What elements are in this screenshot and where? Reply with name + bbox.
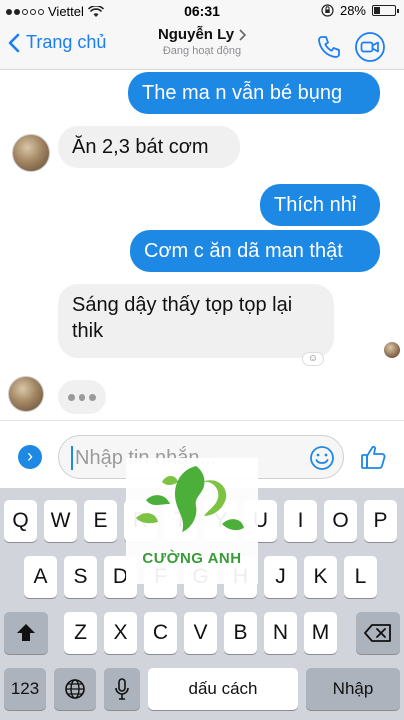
backspace-key[interactable] (356, 612, 400, 654)
return-key[interactable]: Nhập (306, 668, 400, 710)
contact-title[interactable]: Nguyễn Ly Đang hoạt động (120, 26, 284, 57)
key-n[interactable]: N (264, 612, 297, 654)
contact-status: Đang hoạt động (162, 45, 242, 57)
globe-icon (65, 679, 85, 699)
emoji-icon[interactable]: ☺ (302, 352, 324, 366)
typing-indicator (58, 380, 106, 414)
contact-avatar[interactable] (8, 376, 44, 412)
lock-rotation-icon (321, 4, 334, 17)
video-camera-icon[interactable] (354, 32, 386, 62)
leaf-profile-icon (136, 466, 244, 532)
key-j[interactable]: J (264, 556, 297, 598)
message-outgoing[interactable]: Cơm c ăn dã man thật (130, 230, 380, 272)
key-p[interactable]: P (364, 500, 397, 542)
contact-name: Nguyễn Ly (157, 26, 235, 43)
key-b[interactable]: B (224, 612, 257, 654)
space-key[interactable]: dấu cách (148, 668, 298, 710)
back-button[interactable]: Trang chủ (8, 32, 106, 53)
seen-indicator-avatar (384, 342, 400, 358)
dictation-key[interactable] (104, 668, 140, 710)
status-right: 28% (321, 3, 399, 18)
conversation-header: Trang chủ Nguyễn Ly Đang hoạt động (0, 22, 404, 70)
key-l[interactable]: L (344, 556, 377, 598)
thumbs-up-icon[interactable] (360, 443, 388, 471)
shift-icon (17, 624, 35, 641)
key-m[interactable]: M (304, 612, 337, 654)
back-label: Trang chủ (26, 32, 107, 52)
key-e[interactable]: E (84, 500, 117, 542)
expand-arrow-icon[interactable]: › (18, 445, 42, 469)
backspace-icon (364, 624, 391, 642)
emoji-icon[interactable] (309, 445, 335, 471)
message-line: Sáng dậy thấy tọp tọp lại (72, 294, 293, 316)
key-a[interactable]: A (24, 556, 57, 598)
key-i[interactable]: I (284, 500, 317, 542)
message-outgoing[interactable]: Thích nhỉ (260, 184, 380, 226)
message-outgoing[interactable]: The ma n vẫn bé bụng (128, 72, 380, 114)
key-k[interactable]: K (304, 556, 337, 598)
key-w[interactable]: W (44, 500, 77, 542)
text-cursor (71, 446, 73, 470)
microphone-icon (115, 678, 129, 700)
message-line: thik (72, 320, 104, 342)
message-incoming[interactable]: Ăn 2,3 bát cơm (58, 126, 240, 168)
shift-key[interactable] (4, 612, 48, 654)
message-list[interactable]: The ma n vẫn bé bụng Ăn 2,3 bát cơm Thíc… (0, 70, 404, 420)
key-z[interactable]: Z (64, 612, 97, 654)
key-x[interactable]: X (104, 612, 137, 654)
key-q[interactable]: Q (4, 500, 37, 542)
key-o[interactable]: O (324, 500, 357, 542)
battery-percent: 28% (339, 3, 366, 18)
key-c[interactable]: C (144, 612, 177, 654)
battery-icon (372, 5, 399, 16)
globe-key[interactable] (54, 668, 96, 710)
numbers-key[interactable]: 123 (4, 668, 46, 710)
key-s[interactable]: S (64, 556, 97, 598)
watermark-text: CƯỜNG ANH (142, 550, 242, 567)
message-incoming[interactable]: Sáng dậy thấy tọp tọp lại thik (58, 284, 334, 358)
phone-icon[interactable] (316, 34, 342, 60)
watermark-logo: CƯỜNG ANH (126, 458, 258, 584)
key-v[interactable]: V (184, 612, 217, 654)
back-chevron-icon (8, 33, 20, 52)
chevron-right-icon (239, 28, 247, 41)
contact-avatar[interactable] (12, 134, 50, 172)
status-bar: Viettel 06:31 28% (0, 0, 404, 22)
